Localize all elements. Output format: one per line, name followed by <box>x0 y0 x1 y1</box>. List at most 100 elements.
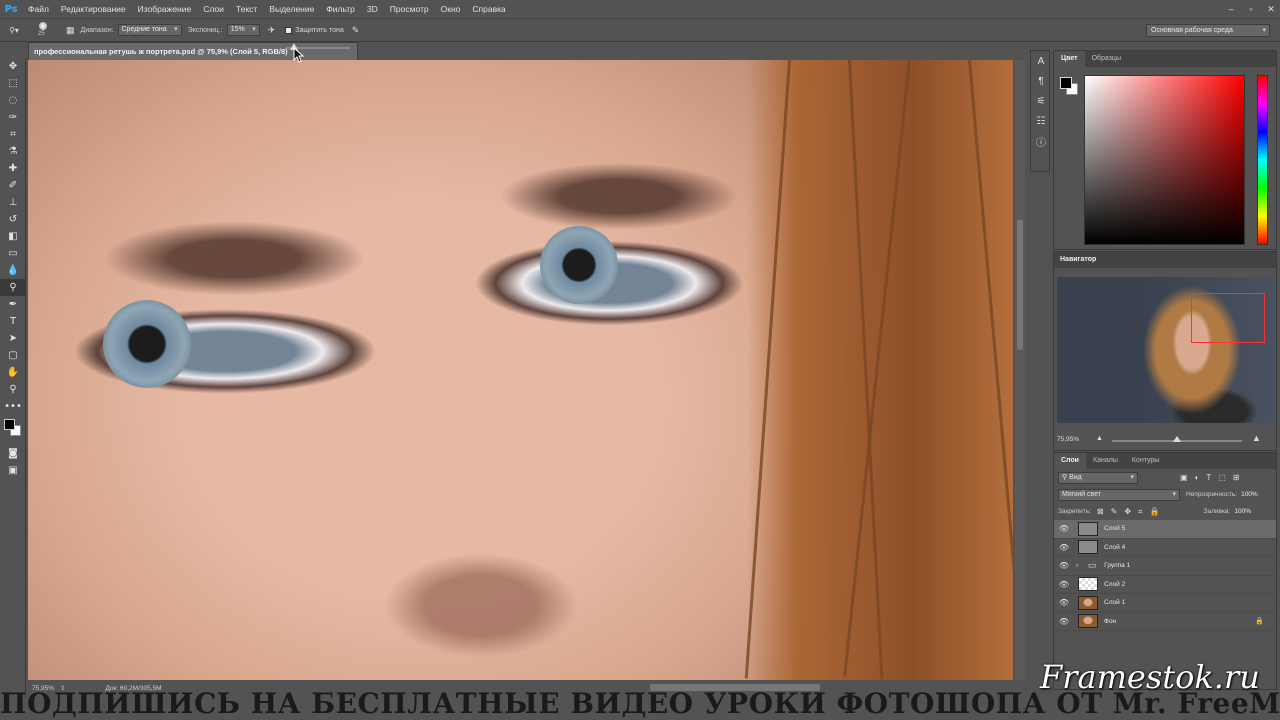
sponge-tool-icon[interactable]: ⚲▾ <box>0 20 28 40</box>
layer-row[interactable]: 👁 Слой 2 <box>1054 576 1276 594</box>
adjustment-filter-icon[interactable]: ◐ <box>1195 473 1200 482</box>
navigator-view-box[interactable] <box>1191 293 1265 343</box>
smart-object-filter-icon[interactable]: ⊞ <box>1233 473 1240 482</box>
layer-name[interactable]: Слой 2 <box>1104 581 1125 588</box>
group-expand-icon[interactable]: › <box>1076 562 1078 569</box>
fg-bg-swatches[interactable] <box>1060 77 1080 97</box>
blend-mode-select[interactable]: Мягкий свет <box>1058 488 1180 501</box>
vertical-scrollbar[interactable] <box>1015 60 1025 680</box>
type-filter-icon[interactable]: T <box>1206 473 1211 482</box>
layer-row[interactable]: 👁 Слой 4 <box>1054 539 1276 557</box>
hand-tool-icon[interactable]: ✋ <box>0 364 26 381</box>
adjustments-panel-icon[interactable]: ⚟ <box>1031 91 1051 111</box>
tab-paths[interactable]: Контуры <box>1125 453 1166 469</box>
color-swatches[interactable] <box>0 415 26 445</box>
zoom-out-icon[interactable]: ▲ <box>1096 435 1103 442</box>
menu-item[interactable]: Окно <box>435 0 467 18</box>
lock-pixels-icon[interactable]: ✎ <box>1111 507 1118 517</box>
artboard-icon[interactable]: ⌗ <box>1138 507 1143 517</box>
more-tools-icon[interactable]: ••• <box>0 398 26 415</box>
visibility-eye-icon[interactable]: 👁 <box>1054 561 1074 570</box>
range-select[interactable]: Средние тона <box>117 24 182 36</box>
layer-kind-select[interactable]: ⚲ Вид <box>1058 471 1138 484</box>
layer-thumbnail[interactable] <box>1078 577 1098 592</box>
layer-row[interactable]: 👁 Слой 1 <box>1054 594 1276 613</box>
visibility-eye-icon[interactable]: 👁 <box>1054 524 1074 533</box>
visibility-eye-icon[interactable]: 👁 <box>1054 543 1074 552</box>
menu-item[interactable]: Файл <box>22 0 55 18</box>
layer-name[interactable]: Слой 4 <box>1104 544 1125 551</box>
menu-item[interactable]: Редактирование <box>55 0 132 18</box>
lasso-tool-icon[interactable]: ◌ <box>0 92 26 109</box>
clone-stamp-tool-icon[interactable]: ⊥ <box>0 194 26 211</box>
move-tool-icon[interactable]: ✥ <box>0 58 26 75</box>
marquee-tool-icon[interactable]: ⬚ <box>0 75 26 92</box>
brush-preset-picker[interactable]: 25 <box>28 20 58 40</box>
navigator-zoom[interactable]: 75,95% <box>1057 436 1079 443</box>
minimize-icon[interactable]: – <box>1226 4 1236 14</box>
zoom-tool-icon[interactable]: ⚲ <box>0 381 26 398</box>
layer-row[interactable]: 👁 Фон 🔒 <box>1054 613 1276 631</box>
healing-brush-tool-icon[interactable]: ✚ <box>0 160 26 177</box>
color-picker-field[interactable] <box>1084 75 1245 245</box>
path-select-tool-icon[interactable]: ➤ <box>0 330 26 347</box>
workspace-select[interactable]: Основная рабочая среда <box>1146 24 1270 37</box>
menu-item[interactable]: Текст <box>230 0 263 18</box>
fill-field[interactable]: 100% <box>1234 508 1251 515</box>
info-panel-icon[interactable]: ⓘ <box>1031 131 1051 151</box>
photoshop-logo[interactable]: Ps <box>0 0 22 18</box>
hue-slider[interactable] <box>1257 75 1268 245</box>
layer-name[interactable]: Фон <box>1104 618 1116 625</box>
history-brush-tool-icon[interactable]: ↺ <box>0 211 26 228</box>
foreground-color-swatch[interactable] <box>4 419 15 430</box>
styles-panel-icon[interactable]: ☷ <box>1031 111 1051 131</box>
pressure-size-icon[interactable]: ✎ <box>352 25 360 36</box>
screen-mode-icon[interactable]: ▣ <box>0 462 26 479</box>
menu-item[interactable]: Фильтр <box>320 0 361 18</box>
foreground-color[interactable] <box>1060 77 1072 89</box>
menu-item[interactable]: 3D <box>361 0 384 18</box>
sponge-tool-icon[interactable]: ⚲ <box>0 279 26 296</box>
quick-mask-icon[interactable]: ◙ <box>0 445 26 462</box>
layer-thumbnail[interactable] <box>1078 521 1098 536</box>
visibility-eye-icon[interactable]: 👁 <box>1054 598 1074 607</box>
paragraph-panel-icon[interactable]: ¶ <box>1031 71 1051 91</box>
pen-tool-icon[interactable]: ✒ <box>0 296 26 313</box>
layer-thumbnail[interactable] <box>1078 595 1098 610</box>
navigator-zoom-knob[interactable] <box>1173 436 1181 442</box>
quick-select-tool-icon[interactable]: ✑ <box>0 109 26 126</box>
blur-tool-icon[interactable]: 💧 <box>0 262 26 279</box>
exposure-slider-popup[interactable] <box>280 43 355 54</box>
menu-item[interactable]: Изображение <box>132 0 198 18</box>
menu-item[interactable]: Выделение <box>263 0 320 18</box>
layer-thumbnail[interactable] <box>1078 614 1098 629</box>
eraser-tool-icon[interactable]: ◧ <box>0 228 26 245</box>
type-tool-icon[interactable]: T <box>0 313 26 330</box>
visibility-eye-icon[interactable]: 👁 <box>1054 617 1074 626</box>
visibility-eye-icon[interactable]: 👁 <box>1054 580 1074 589</box>
image-canvas[interactable] <box>28 60 1013 680</box>
protect-tones-checkbox[interactable]: Защитить тона <box>285 26 344 34</box>
airbrush-icon[interactable]: ✈ <box>268 25 276 36</box>
menu-item[interactable]: Слои <box>197 0 230 18</box>
opacity-field[interactable]: 100% <box>1241 491 1258 498</box>
shape-tool-icon[interactable]: ▢ <box>0 347 26 364</box>
layer-row[interactable]: 👁 Слой 5 <box>1054 520 1276 539</box>
layer-row[interactable]: 👁 › ▭ Группа 1 <box>1054 557 1276 576</box>
scrollbar-thumb[interactable] <box>1017 220 1023 350</box>
menu-item[interactable]: Справка <box>466 0 511 18</box>
tab-swatches[interactable]: Образцы <box>1085 51 1128 67</box>
tab-layers[interactable]: Слои <box>1054 453 1086 469</box>
maximize-icon[interactable]: ▫ <box>1246 4 1256 14</box>
navigator-title[interactable]: Навигатор <box>1054 252 1276 268</box>
pixel-filter-icon[interactable]: ▣ <box>1180 473 1188 482</box>
crop-tool-icon[interactable]: ⌗ <box>0 126 26 143</box>
character-panel-icon[interactable]: A <box>1031 51 1051 71</box>
tab-color[interactable]: Цвет <box>1054 51 1085 67</box>
layer-name[interactable]: Группа 1 <box>1104 562 1130 569</box>
layer-thumbnail[interactable] <box>1078 540 1098 555</box>
eyedropper-tool-icon[interactable]: ⚗ <box>0 143 26 160</box>
brush-tool-icon[interactable]: ✐ <box>0 177 26 194</box>
tab-channels[interactable]: Каналы <box>1086 453 1125 469</box>
shape-filter-icon[interactable]: ⬚ <box>1218 473 1226 482</box>
